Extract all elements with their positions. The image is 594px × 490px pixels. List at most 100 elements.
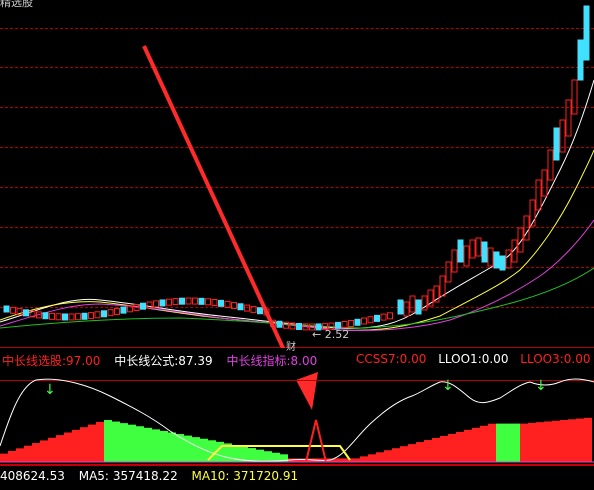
histogram-step xyxy=(512,423,520,462)
candlestick xyxy=(296,323,302,331)
histogram-step xyxy=(112,421,120,462)
histogram-step xyxy=(264,451,272,462)
step-histogram xyxy=(0,417,592,462)
histogram-step xyxy=(464,429,472,462)
candlestick xyxy=(445,261,452,283)
histogram-step xyxy=(128,424,136,462)
candlestick xyxy=(541,169,548,197)
candlestick xyxy=(218,299,224,307)
candlestick xyxy=(250,305,257,313)
price-chart-svg xyxy=(0,5,594,348)
price-chart-panel[interactable]: 财 ← 2.52 xyxy=(0,0,594,353)
candlestick xyxy=(23,309,29,317)
histogram-step xyxy=(384,450,392,462)
histogram-step xyxy=(256,449,264,462)
candlestick xyxy=(403,301,410,317)
histogram-step xyxy=(72,429,80,462)
candlestick xyxy=(172,298,179,306)
ma5-value: 357418.22 xyxy=(112,469,178,483)
histogram-step xyxy=(376,452,384,462)
candlestick xyxy=(499,255,506,271)
candlestick xyxy=(114,307,120,315)
candlestick xyxy=(348,319,354,327)
histogram-step xyxy=(416,442,424,462)
histogram-step xyxy=(48,437,56,462)
candlestick xyxy=(463,245,470,267)
histogram-step xyxy=(528,422,536,462)
histogram-step xyxy=(0,453,8,462)
histogram-step xyxy=(576,418,584,462)
volume-legend: 408624.53 MA5: 357418.22 MA10: 371720.91 xyxy=(0,469,298,483)
histogram-step xyxy=(336,458,344,462)
candlestick xyxy=(374,314,380,322)
histogram-step xyxy=(584,417,592,462)
candlestick xyxy=(62,313,68,321)
candlestick xyxy=(380,313,387,321)
indicator-chart-panel[interactable]: ↓ ↓ ↓ xyxy=(0,376,594,464)
candlestick xyxy=(547,149,554,181)
candlestick xyxy=(107,309,114,317)
candlestick xyxy=(3,305,10,313)
histogram-step xyxy=(360,456,368,462)
candlestick xyxy=(481,241,488,263)
histogram-step xyxy=(296,458,304,462)
candlestick xyxy=(387,312,393,320)
panel-divider xyxy=(0,464,594,466)
histogram-step xyxy=(568,419,576,462)
candlestick xyxy=(94,311,101,319)
candlestick xyxy=(565,99,572,137)
candlestick xyxy=(535,179,542,211)
histogram-step xyxy=(440,435,448,462)
candlestick xyxy=(469,239,476,259)
candlestick xyxy=(179,297,185,305)
candlestick xyxy=(505,249,512,269)
volume-value: 408624.53 xyxy=(0,469,65,483)
candlestick xyxy=(244,304,250,312)
candlestick-series xyxy=(3,5,590,331)
histogram-step xyxy=(248,448,256,462)
histogram-step xyxy=(184,435,192,462)
candlestick xyxy=(583,5,590,61)
ma5-label: MA5: xyxy=(78,469,109,483)
candlestick xyxy=(397,299,404,315)
candlestick xyxy=(224,300,231,308)
candlestick xyxy=(42,312,49,320)
legend-item4-label: CCSS7: xyxy=(356,352,400,366)
histogram-step xyxy=(520,423,528,462)
candlestick xyxy=(211,298,218,306)
candlestick xyxy=(409,295,416,313)
histogram-step xyxy=(344,458,352,462)
histogram-step xyxy=(536,422,544,462)
legend-item6-value: 0.00 xyxy=(563,352,591,366)
candlestick xyxy=(231,302,237,310)
histogram-step xyxy=(88,424,96,462)
candlestick xyxy=(153,300,159,308)
candlestick xyxy=(487,247,494,267)
candlestick xyxy=(198,297,205,305)
candlestick xyxy=(354,318,361,326)
histogram-step xyxy=(24,445,32,462)
indicator-chart-svg: ↓ ↓ ↓ xyxy=(0,378,594,463)
histogram-step xyxy=(152,429,160,462)
histogram-step xyxy=(160,430,168,462)
histogram-step xyxy=(424,440,432,462)
indicator-legend: 中长线选股:97.00 中长线公式:87.39 中长线指标:8.00 xyxy=(2,352,317,369)
histogram-step xyxy=(168,432,176,462)
candlestick xyxy=(55,313,62,321)
stock-chart-window: 精选股 财 ← 2.52 中长线选股:97.00 中长线公式:87.39 中长线… xyxy=(0,0,594,490)
candlestick xyxy=(75,313,81,321)
indicator-spike xyxy=(305,419,327,463)
down-arrow-icon: ↓ xyxy=(535,378,547,394)
histogram-step xyxy=(40,440,48,462)
candlestick xyxy=(101,310,107,318)
legend-item3-label: 中长线指标: xyxy=(226,354,291,368)
histogram-step xyxy=(504,423,512,462)
histogram-step xyxy=(480,425,488,462)
histogram-step xyxy=(552,420,560,462)
histogram-step xyxy=(96,421,104,462)
down-arrow-icon: ↓ xyxy=(442,378,454,394)
candlestick xyxy=(341,321,348,329)
histogram-step xyxy=(472,427,480,462)
histogram-step xyxy=(64,432,72,462)
candlestick xyxy=(185,297,192,305)
